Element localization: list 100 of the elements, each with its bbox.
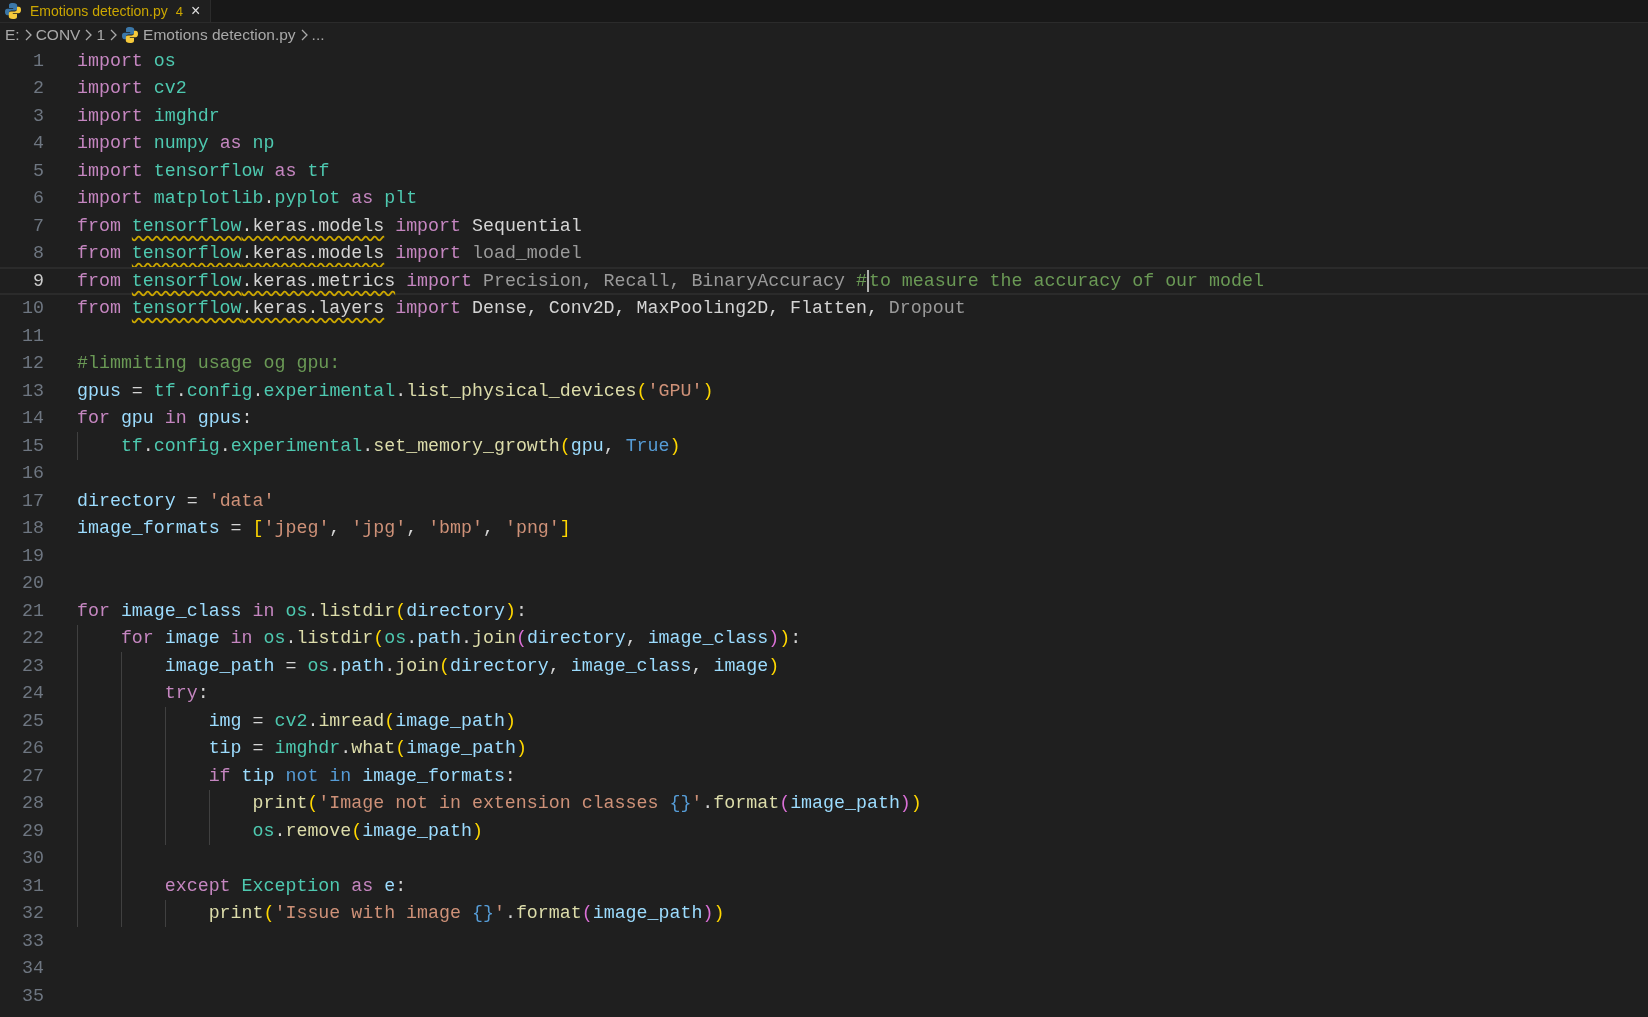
code-token: set_memory_growth (373, 435, 560, 456)
python-file-icon (121, 26, 140, 44)
code-token: ) (515, 738, 527, 759)
code-token: Dropout (887, 298, 966, 319)
code-token: print (208, 903, 264, 924)
code-token: 'Issue with image (274, 903, 462, 924)
code-token: .keras.models (241, 243, 385, 264)
code-token: try (164, 683, 198, 704)
code-token: image_path (362, 820, 472, 841)
code-token: if (208, 765, 231, 786)
code-token: ) (504, 600, 516, 621)
code-token: , (548, 655, 561, 676)
code-token: experimental (263, 380, 396, 401)
close-tab-button[interactable]: × (191, 3, 201, 19)
code-token: join (395, 655, 440, 676)
code-token: = (229, 518, 243, 539)
code-token: = (185, 490, 199, 511)
code-token: # (855, 270, 867, 291)
code-token: as (218, 133, 242, 154)
chevron-right-icon (23, 29, 32, 41)
code-token: ( (384, 710, 396, 731)
code-token: gpus (77, 380, 121, 401)
editor-tab[interactable]: Emotions detection.py 4 × (0, 0, 212, 22)
line-number: 6 (32, 188, 44, 209)
code-token: . (461, 628, 473, 649)
code-token: img (208, 710, 242, 731)
code-token: from (77, 270, 122, 291)
line-number: 23 (21, 655, 44, 676)
code-token: . (340, 738, 352, 759)
code-token: 'Image not in extension classes (318, 793, 660, 814)
code-token: ) (702, 903, 714, 924)
code-token: Precision, Recall, BinaryAccuracy (481, 270, 846, 291)
code-token: ( (351, 820, 363, 841)
code-token: ) (713, 903, 725, 924)
code-token: ( (395, 738, 407, 759)
code-token: tf (306, 160, 330, 181)
breadcrumb-item[interactable]: Emotions detection.py (143, 26, 296, 44)
code-token: . (307, 710, 319, 731)
code-token: . (504, 903, 516, 924)
code-token: directory (526, 628, 626, 649)
code-token: image_class (119, 600, 242, 621)
code-token: tensorflow (152, 160, 264, 181)
line-number: 22 (21, 628, 44, 649)
code-token: import (77, 78, 143, 99)
code-token: ( (559, 435, 571, 456)
code-token: tip (208, 738, 242, 759)
code-token: , (406, 518, 419, 539)
code-token: 'data' (208, 490, 275, 511)
code-token: from (77, 243, 122, 264)
code-token: ( (515, 628, 527, 649)
code-token: ' (493, 903, 505, 924)
code-token: 'jpeg' (263, 518, 330, 539)
code-token: 'png' (504, 518, 560, 539)
code-token: , (483, 518, 495, 539)
breadcrumb-item[interactable]: ... (311, 26, 325, 44)
line-number: 7 (32, 215, 44, 236)
code-token: True (625, 435, 670, 456)
code-token: . (329, 655, 341, 676)
code-token: not in (284, 765, 352, 786)
code-token: .keras.layers (241, 298, 385, 319)
code-token: np (251, 133, 275, 154)
code-token: : (197, 683, 209, 704)
line-number: 5 (32, 160, 44, 181)
code-token: : (504, 765, 516, 786)
code-token: ) (471, 820, 483, 841)
code-token: format (515, 903, 582, 924)
code-token: import (394, 298, 461, 319)
line-number: 34 (21, 958, 44, 979)
code-token: . (175, 380, 187, 401)
code-token: tensorflow (131, 270, 242, 291)
code-token: ) (669, 435, 681, 456)
code-token: import (405, 270, 472, 291)
breadcrumb-item[interactable]: 1 (96, 26, 106, 44)
code-token: . (307, 600, 319, 621)
code-token: image_path (395, 710, 505, 731)
code-token: remove (285, 820, 352, 841)
code-token: gpu (119, 408, 154, 429)
code-token: as (350, 188, 374, 209)
line-number: 28 (21, 793, 44, 814)
code-token: config (153, 435, 220, 456)
code-token: : (515, 600, 527, 621)
code-token: ] (559, 518, 571, 539)
code-token: os (252, 820, 275, 841)
breadcrumb-item[interactable]: CONV (35, 26, 81, 44)
line-number: 1 (32, 50, 44, 71)
code-token: gpu (570, 435, 604, 456)
code-token: , (691, 655, 704, 676)
code-token: directory (450, 655, 549, 676)
code-token: pyplot (274, 188, 341, 209)
line-number: 35 (21, 985, 44, 1006)
line-number: 25 (21, 710, 44, 731)
breadcrumb-item[interactable]: E: (5, 26, 20, 44)
line-number: 24 (21, 683, 44, 704)
code-token: to measure the accuracy of our model (868, 270, 1264, 291)
line-number: 31 (21, 875, 44, 896)
line-number: 33 (21, 930, 44, 951)
code-token: ) (768, 655, 780, 676)
code-token: plt (383, 188, 418, 209)
code-token: ( (263, 903, 275, 924)
code-token: import (77, 188, 143, 209)
